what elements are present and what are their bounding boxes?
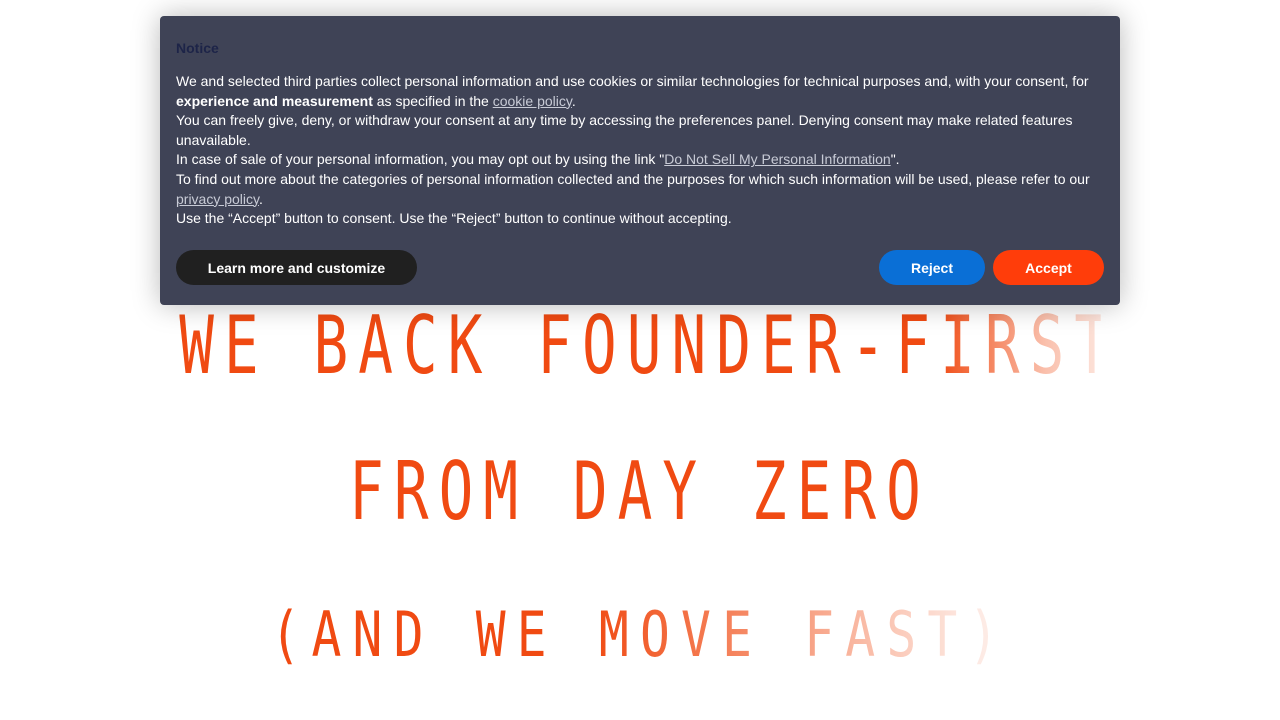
accept-button[interactable]: Accept — [993, 250, 1104, 285]
cookie-paragraph-1: We and selected third parties collect pe… — [176, 72, 1104, 111]
hero-headline-line-3: (AND WE MOVE FAST) — [128, 604, 1152, 666]
cookie-p4-text-a: To find out more about the categories of… — [176, 170, 1090, 187]
hero-headline-line-1-text: WE BACK FOUNDER-FIRST — [179, 299, 1120, 392]
cookie-p3-text-a: In case of sale of your personal informa… — [176, 151, 665, 168]
cookie-p4-text-b: . — [259, 190, 263, 207]
cookie-banner-text: We and selected third parties collect pe… — [176, 72, 1104, 229]
hero-headline-line-2-text: FROM DAY ZERO — [349, 445, 931, 538]
cookie-p1-bold: experience and measurement — [176, 92, 373, 109]
cookie-paragraph-3: In case of sale of your personal informa… — [176, 150, 1104, 170]
reject-button[interactable]: Reject — [879, 250, 985, 285]
page: WE BACK FOUNDER-FIRST FROM DAY ZERO (AND… — [0, 0, 1280, 720]
cookie-p1-text-b: as specified in the — [372, 92, 493, 109]
cookie-paragraph-5: Use the “Accept” button to consent. Use … — [176, 210, 732, 227]
learn-more-customize-button[interactable]: Learn more and customize — [176, 250, 417, 285]
cookie-policy-link[interactable]: cookie policy — [493, 93, 572, 109]
hero-headline-line-1: WE BACK FOUNDER-FIRST — [179, 306, 1109, 386]
cookie-banner-actions: Learn more and customize Reject Accept — [176, 250, 1104, 285]
cookie-banner: Notice We and selected third parties col… — [160, 16, 1120, 305]
cookie-p3-text-b: ". — [890, 151, 900, 168]
cookie-p1-text-c: . — [571, 92, 576, 109]
privacy-policy-link[interactable]: privacy policy — [176, 191, 259, 207]
hero-headline-line-2: FROM DAY ZERO — [179, 452, 1101, 532]
cookie-paragraph-4: To find out more about the categories of… — [176, 170, 1104, 209]
cookie-p1-text-a: We and selected third parties collect pe… — [176, 73, 1089, 89]
cookie-banner-title: Notice — [176, 40, 219, 56]
do-not-sell-link[interactable]: Do Not Sell My Personal Information — [664, 151, 890, 167]
cookie-paragraph-2: You can freely give, deny, or withdraw y… — [176, 112, 1073, 148]
hero-headline-line-3-text: (AND WE MOVE FAST) — [270, 598, 1010, 671]
